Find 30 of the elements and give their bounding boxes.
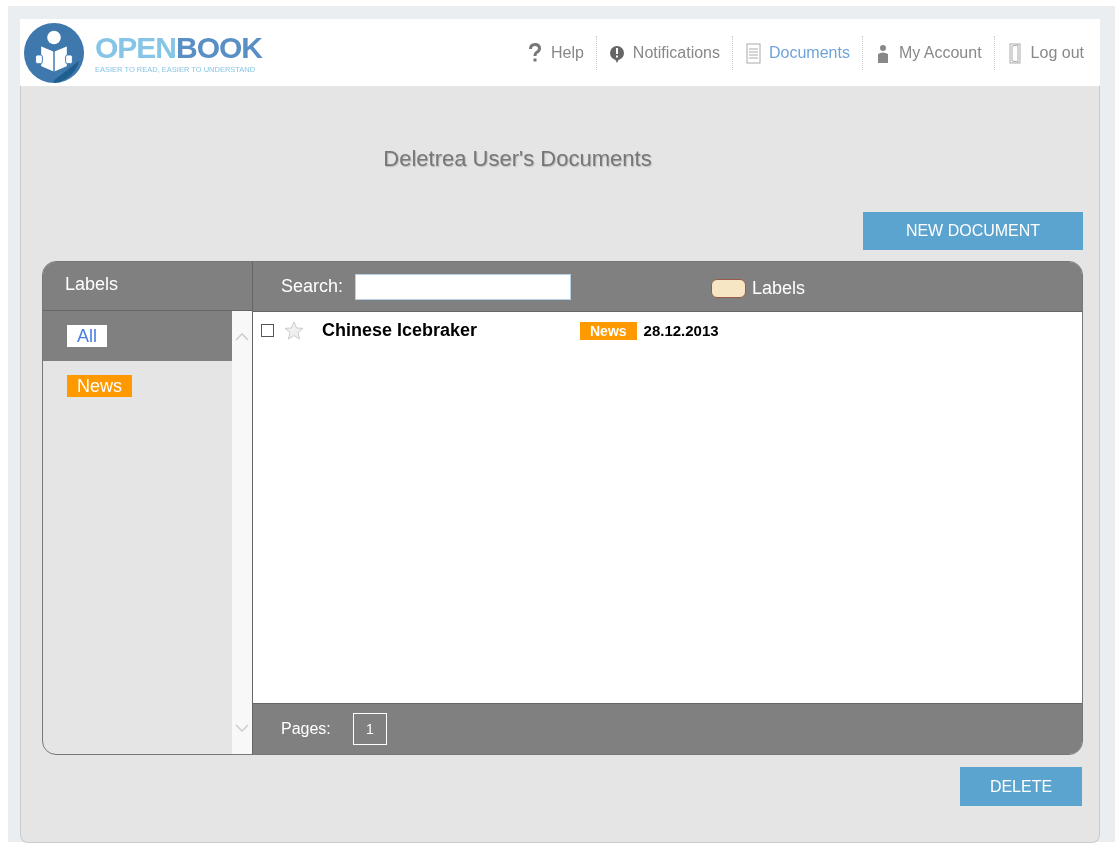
new-document-button[interactable]: NEW DOCUMENT	[863, 212, 1083, 250]
pages-label: Pages:	[281, 720, 331, 738]
brand-name: OPENBOOK	[95, 31, 263, 64]
nav-link[interactable]: My Account	[861, 35, 994, 70]
labels-heading: Labels	[43, 262, 252, 311]
scroll-down-icon[interactable]	[235, 724, 249, 732]
door-icon	[1006, 41, 1023, 64]
document-title[interactable]: Chinese Icebraker	[322, 320, 580, 341]
label-tag: News	[580, 321, 637, 340]
page-title: Deletrea User's Documents	[382, 146, 653, 172]
star-icon[interactable]	[284, 320, 304, 341]
label-tag: All	[67, 325, 107, 347]
delete-button[interactable]: DELETE	[960, 767, 1082, 806]
scroll-up-icon[interactable]	[235, 333, 249, 341]
label-tag: News	[67, 375, 132, 397]
labels-button[interactable]: Labels	[711, 278, 806, 299]
label-list-item[interactable]: All	[43, 311, 232, 361]
label-list-item[interactable]: News	[43, 361, 232, 411]
nav-link[interactable]: Log out	[993, 35, 1096, 70]
document-date: 28.12.2013	[643, 322, 719, 339]
scrollbar[interactable]	[232, 311, 252, 754]
search-field[interactable]	[355, 273, 572, 300]
search-label: Search:	[281, 276, 344, 297]
nav-link[interactable]: Help	[514, 35, 596, 70]
nav-link[interactable]: Documents	[732, 35, 862, 70]
document-icon	[745, 41, 761, 64]
checkbox[interactable]	[261, 324, 274, 337]
question-mark-icon	[526, 41, 543, 64]
nav-link[interactable]: Notifications	[595, 35, 732, 70]
page-button[interactable]: 1	[352, 713, 387, 745]
